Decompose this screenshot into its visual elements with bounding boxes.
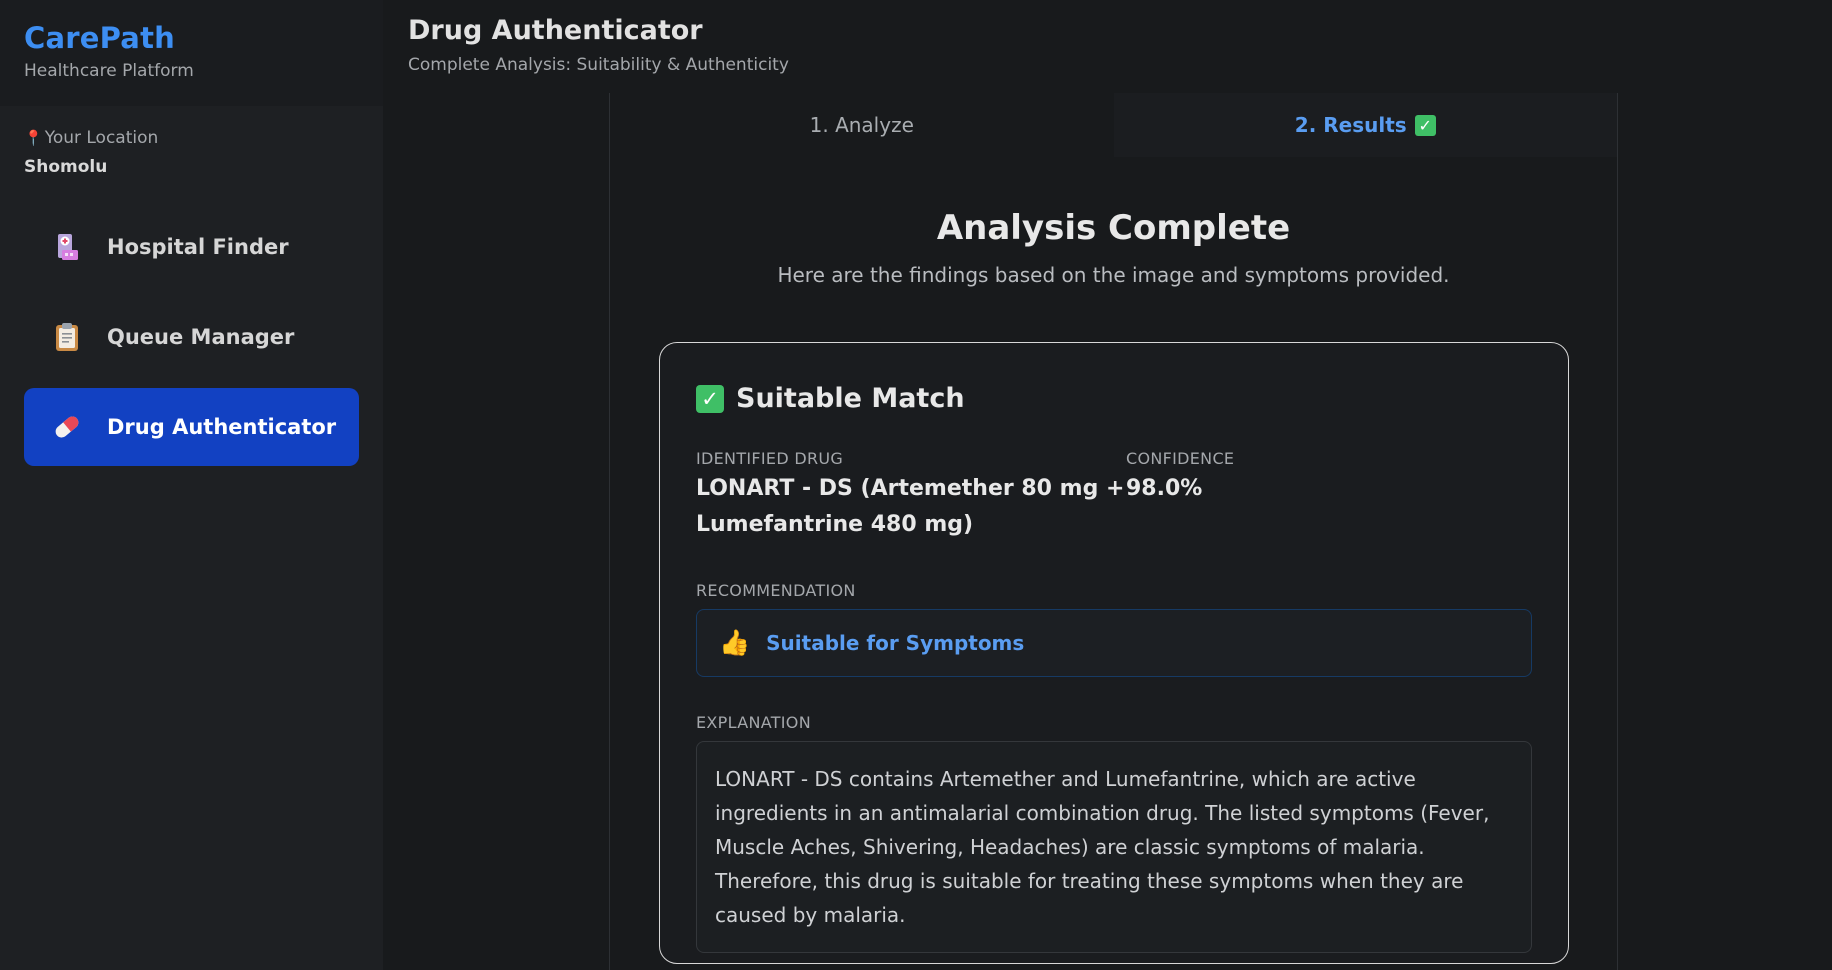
confidence-field: CONFIDENCE 98.0% [1126, 449, 1234, 543]
tab-label: 1. Analyze [809, 113, 914, 137]
result-card: ✓ Suitable Match IDENTIFIED DRUG LONART … [659, 342, 1569, 964]
page-title: Drug Authenticator [408, 15, 703, 46]
explanation-text: LONART - DS contains Artemether and Lume… [696, 741, 1532, 953]
brand-block: CarePath Healthcare Platform [0, 0, 383, 106]
identified-drug-label: IDENTIFIED DRUG [696, 449, 844, 468]
clipboard-icon [52, 322, 82, 352]
location-value: Shomolu [24, 157, 108, 177]
location-label-row: 📍 Your Location [24, 128, 359, 148]
page-header: Drug Authenticator Complete Analysis: Su… [383, 0, 1832, 93]
check-icon: ✓ [1414, 114, 1436, 136]
explanation-section: EXPLANATION LONART - DS contains Artemet… [696, 713, 1532, 953]
tab-results[interactable]: 2. Results ✓ [1113, 93, 1617, 157]
result-status: Suitable Match [736, 383, 965, 414]
brand-title[interactable]: CarePath [24, 20, 359, 56]
results-title: Analysis Complete [936, 208, 1291, 248]
confidence-value: 98.0% [1126, 476, 1203, 501]
result-fields: IDENTIFIED DRUG LONART - DS (Artemether … [696, 449, 1532, 543]
page-subtitle: Complete Analysis: Suitability & Authent… [408, 55, 789, 75]
result-card-heading: ✓ Suitable Match [696, 383, 1532, 414]
brand-subtitle: Healthcare Platform [24, 61, 194, 81]
sidebar-item-queue-manager[interactable]: Queue Manager [24, 298, 359, 376]
step-tabs: 1. Analyze 2. Results ✓ [610, 93, 1617, 157]
results-heading: Analysis Complete Here are the findings … [610, 208, 1617, 287]
results-panel: 1. Analyze 2. Results ✓ Analysis Complet… [609, 93, 1618, 970]
explanation-label: EXPLANATION [696, 713, 811, 732]
sidebar-nav: Hospital Finder Queue Manager Drug Authe… [0, 190, 383, 466]
location-pin-icon: 📍 [24, 129, 43, 147]
confidence-label: CONFIDENCE [1126, 449, 1235, 468]
pill-icon [52, 412, 82, 442]
recommendation-value: Suitable for Symptoms [766, 631, 1025, 655]
sidebar-item-label: Hospital Finder [107, 235, 289, 259]
results-subtitle: Here are the findings based on the image… [777, 263, 1450, 287]
check-icon: ✓ [696, 384, 724, 413]
sidebar-item-label: Queue Manager [107, 325, 295, 349]
sidebar: CarePath Healthcare Platform 📍 Your Loca… [0, 0, 383, 970]
hospital-icon [52, 232, 82, 262]
identified-drug-field: IDENTIFIED DRUG LONART - DS (Artemether … [696, 449, 1126, 543]
recommendation-label: RECOMMENDATION [696, 581, 856, 600]
location-label: Your Location [44, 128, 159, 148]
recommendation-box: 👍 Suitable for Symptoms [696, 609, 1532, 677]
location-block: 📍 Your Location Shomolu [0, 106, 383, 190]
recommendation-section: RECOMMENDATION 👍 Suitable for Symptoms [696, 581, 1532, 677]
tab-analyze[interactable]: 1. Analyze [610, 93, 1114, 157]
tab-label: 2. Results [1294, 113, 1407, 137]
thumbs-up-icon: 👍 [719, 628, 751, 657]
sidebar-item-hospital-finder[interactable]: Hospital Finder [24, 208, 359, 286]
sidebar-item-label: Drug Authenticator [107, 415, 337, 439]
identified-drug-value: LONART - DS (Artemether 80 mg + Lumefant… [696, 476, 1125, 537]
sidebar-item-drug-authenticator[interactable]: Drug Authenticator [24, 388, 359, 466]
